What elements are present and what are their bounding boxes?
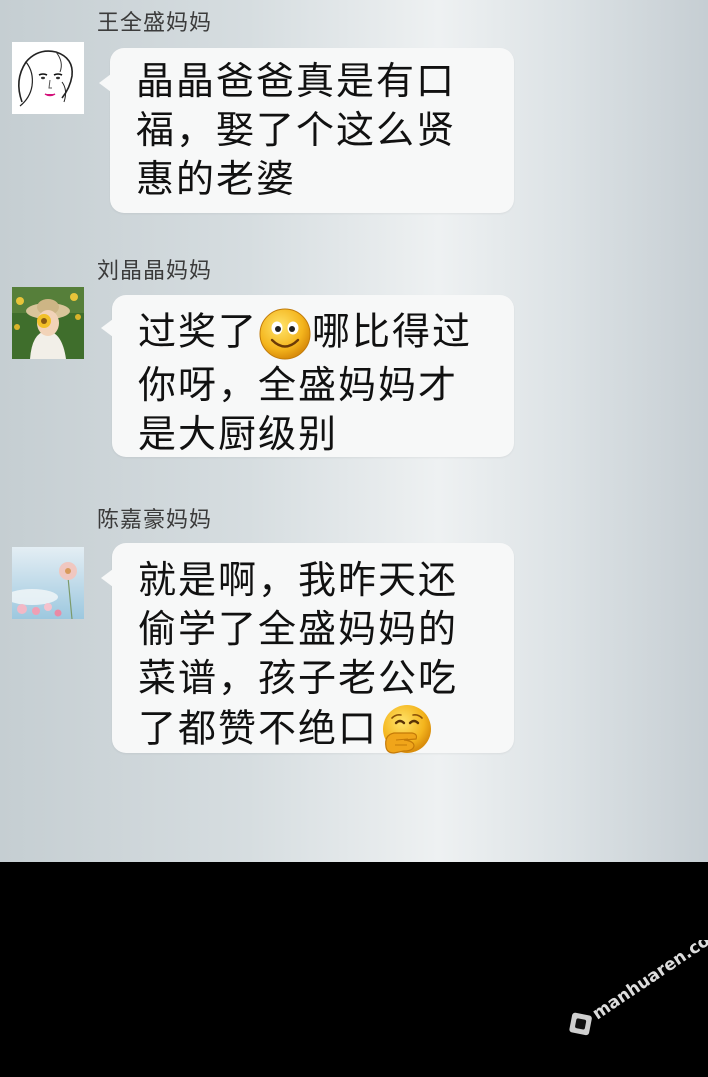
avatar[interactable] <box>12 287 84 359</box>
bubble-tail <box>99 74 111 92</box>
message-line: 了都赞不绝口 <box>138 703 458 759</box>
message-line: 就是啊，我昨天还 <box>138 558 459 602</box>
message-line: 菜谱，孩子老公吃 <box>138 656 459 700</box>
watermark-logo: manhuaren.com <box>569 921 708 1036</box>
avatar-girl-flower-field-image <box>12 287 84 359</box>
message-line: 福，娶了个这么贤 <box>136 108 457 152</box>
message-bubble[interactable]: 就是啊，我昨天还 偷学了全盛妈妈的 菜谱，孩子老公吃 了都赞不绝口 <box>101 543 514 754</box>
message-segment: 了都赞不绝口 <box>138 706 379 751</box>
message-text: 就是啊，我昨天还 偷学了全盛妈妈的 菜谱，孩子老公吃 了都赞不绝口 <box>138 556 458 759</box>
message-segment: 哪比得过 <box>312 309 473 354</box>
sender-name: 王全盛妈妈 <box>97 11 213 36</box>
smile-emoji-icon <box>258 307 312 361</box>
bubble-tail <box>101 319 113 337</box>
message-bubble[interactable]: 晶晶爸爸真是有口 福，娶了个这么贤 惠的老婆 <box>99 48 514 213</box>
message-text: 晶晶爸爸真是有口 福，娶了个这么贤 惠的老婆 <box>136 57 456 204</box>
message-line: 你呀，全盛妈妈才 <box>138 363 459 407</box>
message-line: 晶晶爸爸真是有口 <box>136 59 457 103</box>
message-bubble[interactable]: 过奖了 哪比得过 你呀，全盛妈妈才 是大厨级别 <box>101 295 514 459</box>
message-line: 偷学了全盛妈妈的 <box>138 607 459 651</box>
avatar[interactable] <box>12 42 84 114</box>
chat-area: 王全盛妈妈 晶晶爸爸真是有口 福，娶了个这么贤 惠的老婆 刘晶晶妈妈 过奖了 哪… <box>0 0 708 862</box>
avatar-woman-sketch-image <box>12 42 84 114</box>
avatar-flowers-sky-image <box>12 547 84 619</box>
message-line: 惠的老婆 <box>136 157 297 201</box>
sender-name: 刘晶晶妈妈 <box>97 259 213 284</box>
message-line: 过奖了 哪比得过 <box>138 307 472 361</box>
avatar[interactable] <box>12 547 84 619</box>
sender-name: 陈嘉豪妈妈 <box>97 508 213 533</box>
message-line: 是大厨级别 <box>138 412 339 456</box>
bubble-tail <box>101 569 113 587</box>
svg-text:manhuaren.com: manhuaren.com <box>589 940 708 1024</box>
watermark: manhuaren.com <box>560 921 708 1050</box>
face-with-hand-over-mouth-emoji-icon <box>378 703 434 759</box>
message-text: 过奖了 哪比得过 你呀，全盛妈妈才 是大厨级别 <box>138 307 472 459</box>
message-segment: 过奖了 <box>138 309 259 354</box>
